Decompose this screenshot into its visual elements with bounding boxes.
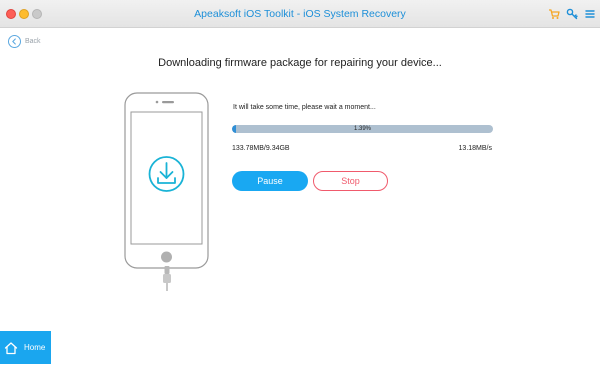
- iphone-illustration: [124, 92, 209, 269]
- cart-icon[interactable]: [548, 8, 560, 20]
- wait-message: It will take some time, please wait a mo…: [233, 104, 376, 111]
- window-title: Apeaksoft iOS Toolkit - iOS System Recov…: [194, 8, 406, 20]
- downloaded-size: 133.78MB/9.34GB: [232, 145, 290, 152]
- stop-button[interactable]: Stop: [313, 171, 388, 191]
- home-icon: [4, 341, 18, 354]
- menu-icon[interactable]: [584, 8, 596, 20]
- page-heading: Downloading firmware package for repairi…: [158, 57, 442, 69]
- back-button[interactable]: Back: [8, 34, 41, 48]
- progress-percent-label: 1.39%: [353, 126, 371, 132]
- download-speed: 13.18MB/s: [458, 145, 492, 152]
- pause-button[interactable]: Pause: [232, 171, 308, 191]
- title-bar: Apeaksoft iOS Toolkit - iOS System Recov…: [0, 0, 600, 28]
- chevron-left-icon: [8, 34, 21, 48]
- home-button[interactable]: Home: [0, 331, 51, 364]
- lightning-cable-illustration: [163, 266, 171, 291]
- back-label: Back: [25, 37, 41, 45]
- key-icon[interactable]: [566, 8, 578, 20]
- download-progress-bar: 1.39%: [232, 125, 493, 133]
- home-label: Home: [24, 343, 46, 352]
